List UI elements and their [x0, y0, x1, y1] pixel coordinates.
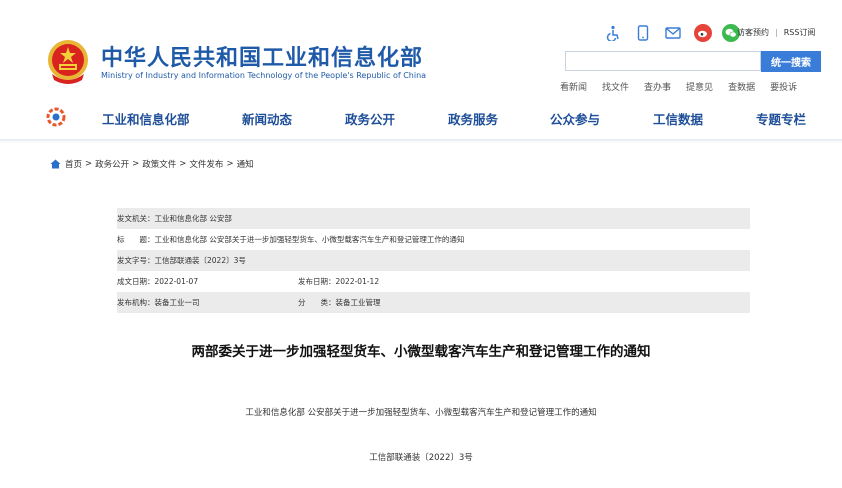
mail-icon[interactable]: [664, 24, 682, 42]
top-link-separator: |: [775, 28, 778, 37]
meta-value: 2022-01-12: [335, 277, 380, 286]
meta-row-docno: 发文字号： 工信部联通装〔2022〕3号: [117, 250, 750, 271]
breadcrumb-separator: >: [226, 159, 234, 169]
quick-link-services[interactable]: 查办事: [644, 80, 671, 93]
home-icon: [50, 159, 61, 169]
breadcrumb-release[interactable]: 文件发布: [189, 158, 223, 170]
document-body-line: 工业和信息化部 公安部关于进一步加强轻型货车、小微型载客汽车生产和登记管理工作的…: [245, 408, 597, 418]
meta-label: 发布机构：: [117, 298, 155, 307]
meta-label: 发布日期：: [298, 277, 336, 286]
meta-row-dates: 成文日期： 2022-01-07 发布日期： 2022-01-12: [117, 271, 750, 292]
main-nav: 工业和信息化部 新闻动态 政务公开 政务服务 公众参与 工信数据 专题专栏: [0, 104, 842, 132]
meta-row-issuer: 发文机关： 工业和信息化部 公安部: [117, 208, 750, 229]
quick-links: 看新闻 找文件 查办事 提意见 查数据 要投诉: [560, 80, 797, 93]
breadcrumb-separator: >: [132, 159, 140, 169]
meta-row-org: 发布机构： 装备工业一司 分 类： 装备工业管理: [117, 292, 750, 313]
breadcrumb: 首页 > 政务公开 > 政策文件 > 文件发布 > 通知: [50, 158, 257, 170]
meta-label: 标 题：: [117, 235, 155, 244]
nav-divider: [0, 139, 842, 143]
rss-link[interactable]: RSS订阅: [784, 28, 816, 37]
quick-link-data[interactable]: 查数据: [728, 80, 755, 93]
breadcrumb-home[interactable]: 首页: [65, 158, 82, 170]
search-button[interactable]: 统一搜索: [761, 51, 821, 72]
meta-value: 装备工业一司: [154, 298, 200, 307]
document-title: 两部委关于进一步加强轻型货车、小微型载客汽车生产和登记管理工作的通知: [191, 344, 651, 360]
mobile-icon[interactable]: [634, 24, 652, 42]
nav-item-gov-services[interactable]: 政务服务: [448, 109, 498, 128]
site-title[interactable]: 中华人民共和国工业和信息化部: [101, 40, 423, 72]
meta-value: 工业和信息化部 公安部: [154, 214, 232, 223]
breadcrumb-separator: >: [179, 159, 187, 169]
top-links: 访客预约 | RSS订阅: [737, 27, 815, 38]
search-input[interactable]: [565, 51, 761, 71]
weibo-icon[interactable]: [694, 24, 712, 42]
quick-link-news[interactable]: 看新闻: [560, 80, 587, 93]
meta-value: 装备工业管理: [335, 298, 381, 307]
breadcrumb-gov-info[interactable]: 政务公开: [95, 158, 129, 170]
meta-value: 工业和信息化部 公安部关于进一步加强轻型货车、小微型载客汽车生产和登记管理工作的…: [154, 235, 465, 244]
document-metadata: 发文机关： 工业和信息化部 公安部 标 题： 工业和信息化部 公安部关于进一步加强轻…: [117, 208, 750, 313]
national-emblem-icon: [48, 40, 88, 84]
quick-link-complaint[interactable]: 要投诉: [770, 80, 797, 93]
nav-item-topics[interactable]: 专题专栏: [756, 109, 806, 128]
nav-item-gov-info[interactable]: 政务公开: [345, 109, 395, 128]
breadcrumb-separator: >: [85, 159, 93, 169]
breadcrumb-policy[interactable]: 政策文件: [142, 158, 176, 170]
meta-label: 分 类：: [298, 298, 336, 307]
breadcrumb-notice[interactable]: 通知: [237, 158, 254, 170]
meta-value: 工信部联通装〔2022〕3号: [154, 256, 246, 265]
nav-item-news[interactable]: 新闻动态: [242, 109, 292, 128]
meta-row-title: 标 题： 工业和信息化部 公安部关于进一步加强轻型货车、小微型载客汽车生产和登记管…: [117, 229, 750, 250]
meta-label: 发文字号：: [117, 256, 155, 265]
meta-label: 成文日期：: [117, 277, 155, 286]
document-number-line: 工信部联通装〔2022〕3号: [369, 453, 473, 463]
meta-value: 2022-01-07: [154, 277, 199, 286]
nav-item-participation[interactable]: 公众参与: [550, 109, 600, 128]
nav-item-data[interactable]: 工信数据: [653, 109, 703, 128]
accessibility-icon[interactable]: [604, 24, 622, 42]
quick-link-files[interactable]: 找文件: [602, 80, 629, 93]
quick-link-feedback[interactable]: 提意见: [686, 80, 713, 93]
nav-item-ministry[interactable]: 工业和信息化部: [102, 109, 190, 128]
site-subtitle: Ministry of Industry and Information Tec…: [101, 71, 427, 80]
meta-label: 发文机关：: [117, 214, 155, 223]
visit-appointment-link[interactable]: 访客预约: [737, 28, 769, 37]
top-icon-bar: [604, 24, 740, 42]
